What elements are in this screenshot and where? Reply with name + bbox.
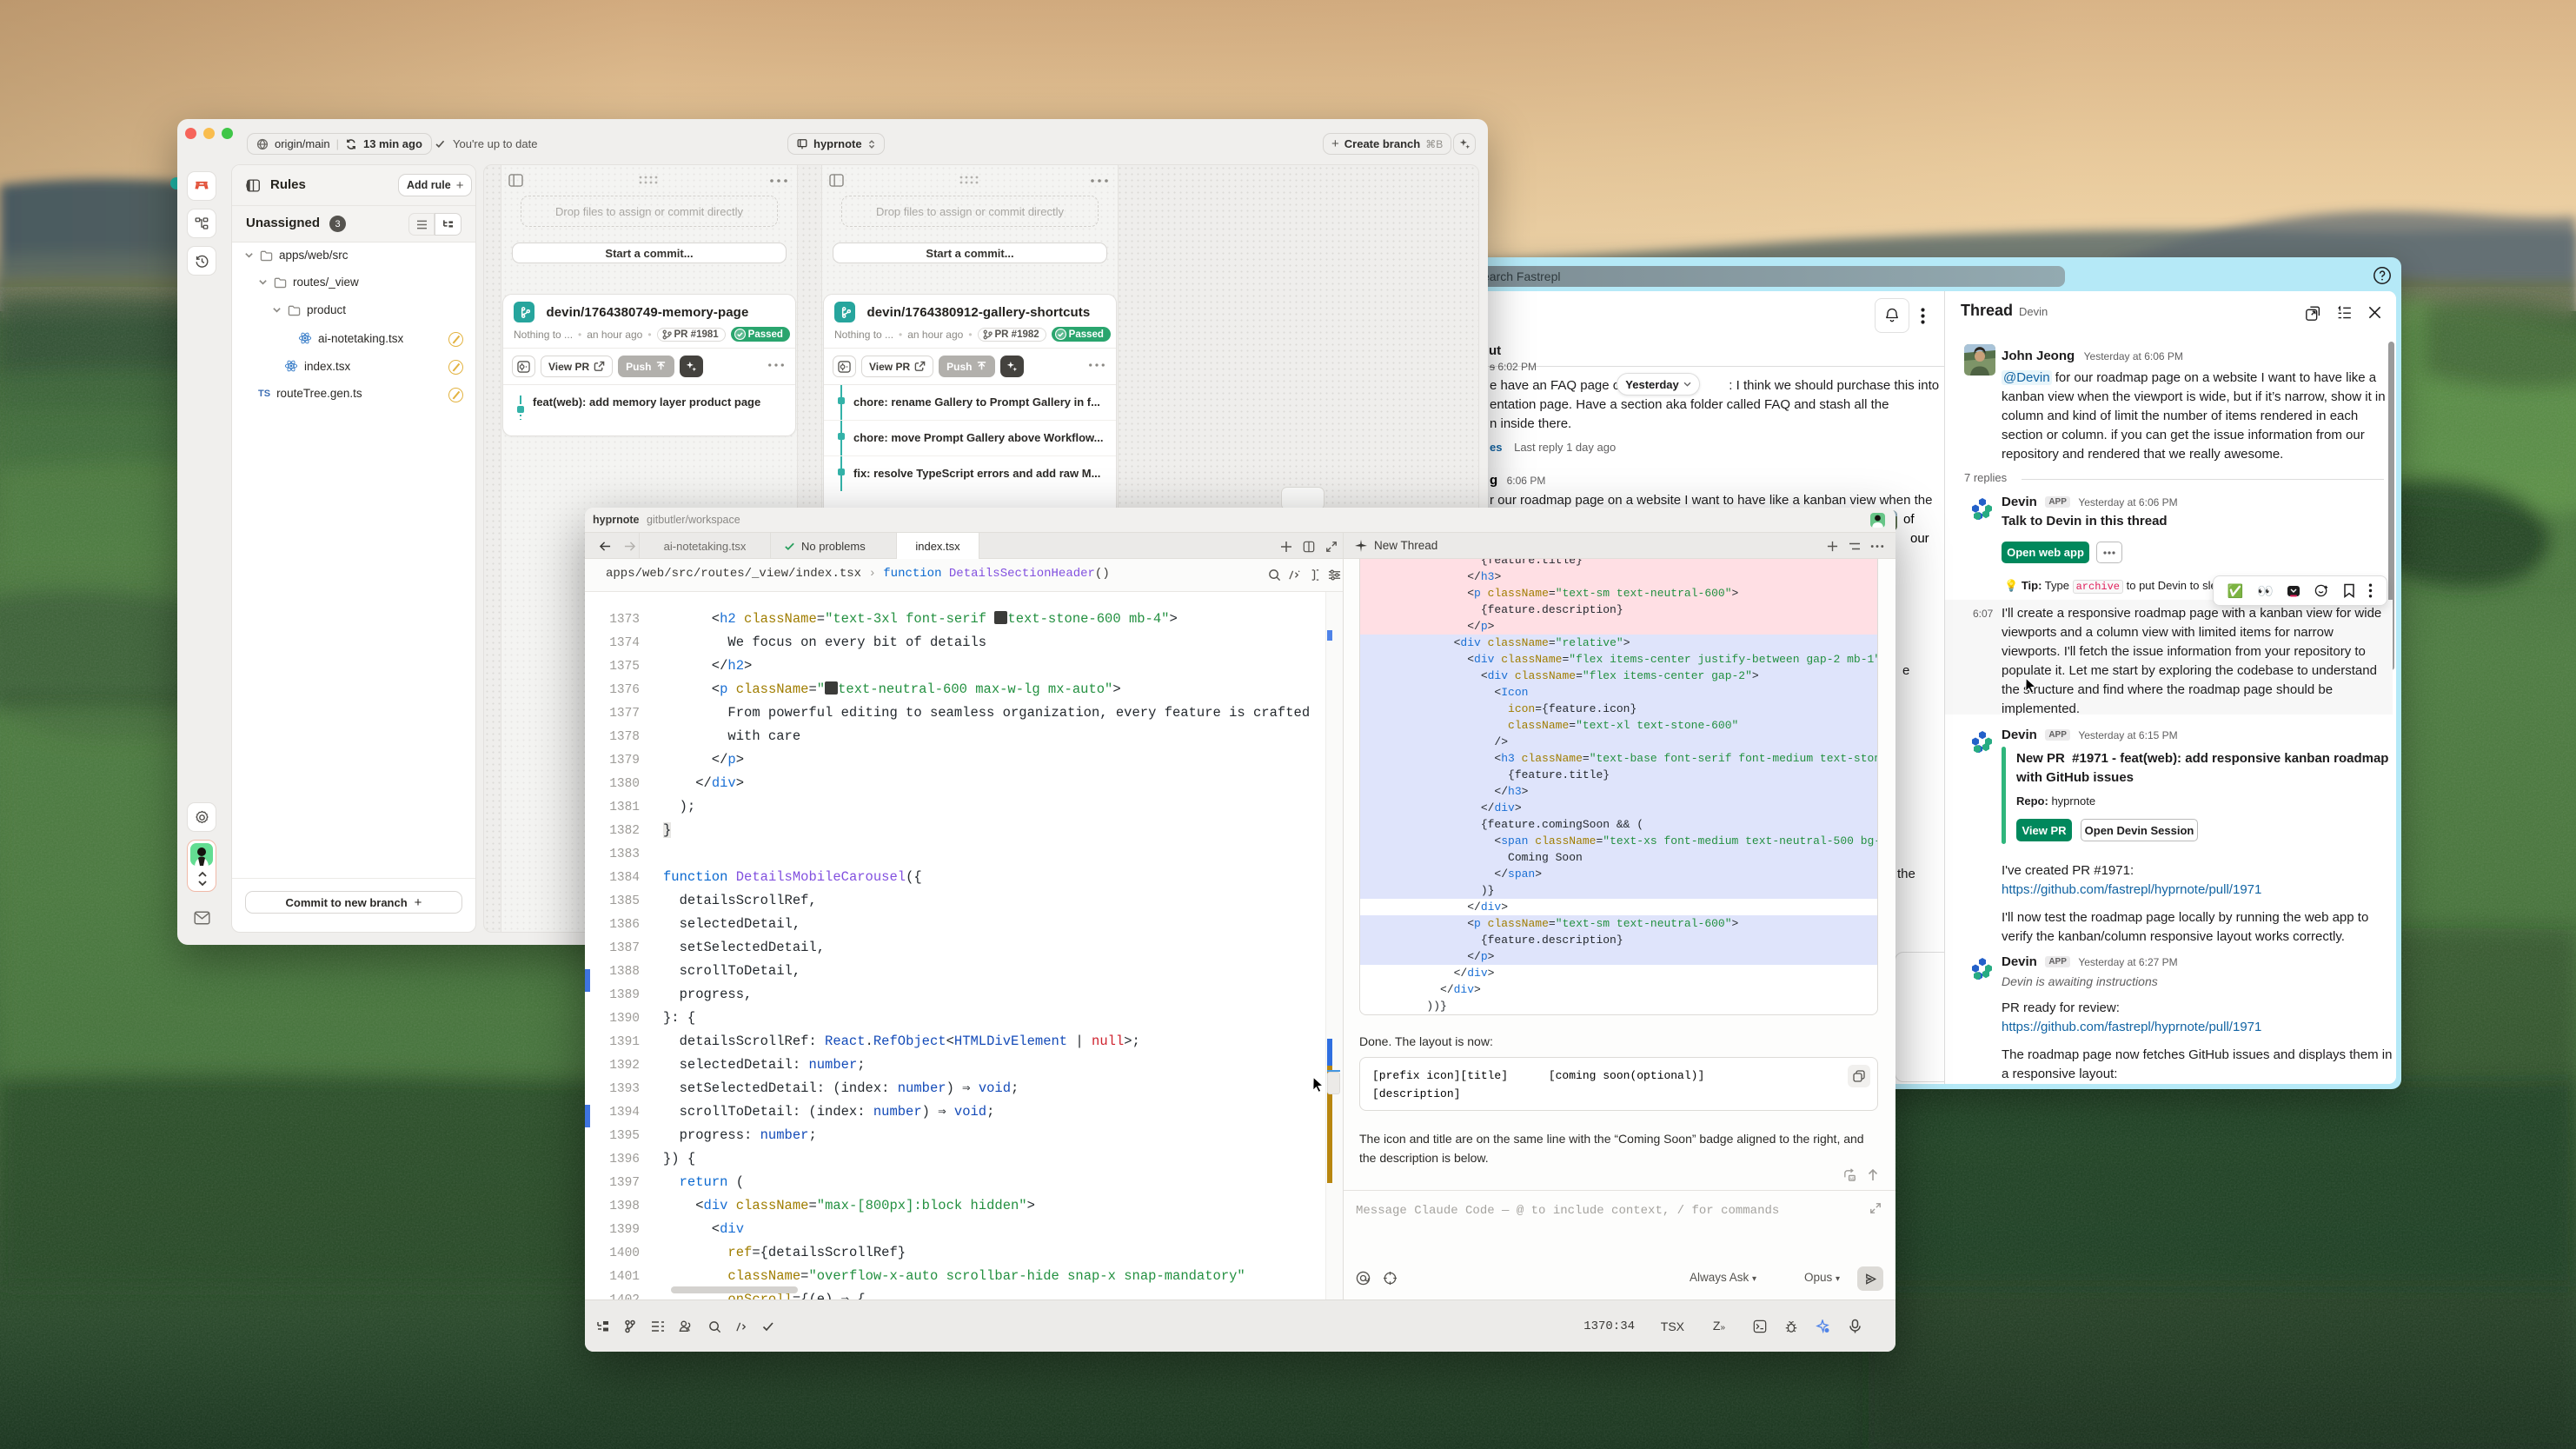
svg-text:MD: MD	[1850, 1177, 1856, 1181]
